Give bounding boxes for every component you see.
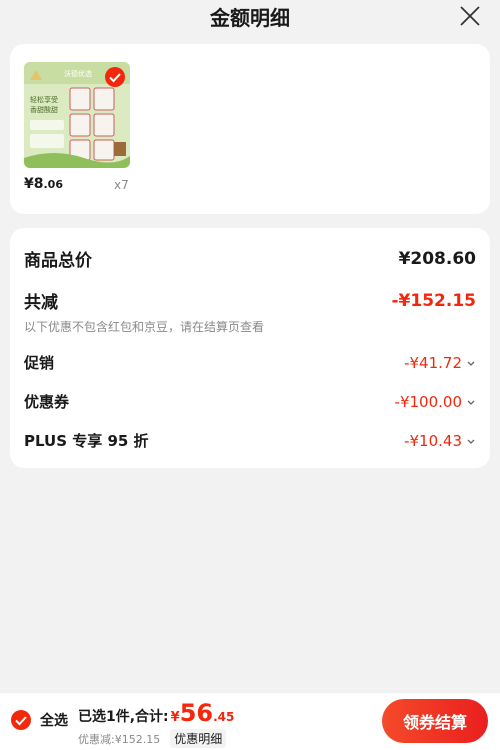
total-price-value: ¥208.60 (398, 248, 476, 269)
total-price-row: 商品总价 ¥208.60 (24, 246, 476, 272)
svg-text:轻松享受: 轻松享受 (30, 95, 58, 104)
summary-card: 商品总价 ¥208.60 共减 -¥152.15 以下优惠不包含红包和京豆，请在… (10, 228, 490, 468)
total-currency: ¥ (170, 710, 180, 725)
selected-count-text: 已选1件,合计: (78, 709, 169, 725)
chevron-down-icon (467, 439, 475, 444)
svg-text:沃德优选: 沃德优选 (64, 69, 92, 78)
bottom-bar: 全选 已选1件,合计: ¥ 56 .45 优惠减:¥152.15 优惠明细 领券… (0, 692, 500, 750)
coupon-label: 优惠券 (24, 393, 70, 411)
total-amount-int: 56 (179, 699, 214, 727)
product-item[interactable]: 沃德优选 轻松享受 香甜酸甜 (24, 62, 130, 168)
checkout-button[interactable]: 领券结算 (382, 699, 488, 743)
discount-detail-link[interactable]: 优惠明细 (170, 729, 227, 748)
header: 金额明细 (0, 0, 500, 32)
page-title: 金额明细 (210, 5, 290, 30)
close-icon[interactable] (458, 4, 482, 28)
reduce-note: 以下优惠不包含红包和京豆，请在结算页查看 (24, 320, 265, 334)
reduce-label: 共减 (24, 293, 58, 313)
chevron-down-icon (467, 361, 475, 366)
discount-line: 优惠减:¥152.15 优惠明细 (78, 729, 227, 748)
total-amount-dec: .45 (213, 710, 235, 724)
promo-row[interactable]: 促销 -¥41.72 (24, 352, 476, 373)
promo-value[interactable]: -¥41.72 (404, 354, 476, 372)
coupon-value[interactable]: -¥100.00 (395, 393, 476, 411)
product-price: ¥8.06 (24, 176, 63, 192)
svg-text:香甜酸甜: 香甜酸甜 (30, 105, 58, 114)
select-all-toggle[interactable]: 全选 (10, 709, 68, 731)
plus-label: PLUS 专享 95 折 (24, 432, 149, 450)
promo-label: 促销 (24, 354, 55, 372)
checked-icon[interactable] (104, 66, 126, 88)
reduce-row: 共减 -¥152.15 (24, 288, 477, 314)
product-card: 沃德优选 轻松享受 香甜酸甜 ¥8.06 x7 (10, 44, 490, 214)
discount-text: 优惠减:¥152.15 (78, 732, 161, 746)
plus-value[interactable]: -¥10.43 (404, 432, 476, 450)
checked-icon[interactable] (10, 709, 32, 731)
product-quantity: x7 (114, 178, 129, 192)
select-all-label: 全选 (40, 713, 68, 729)
coupon-row[interactable]: 优惠券 -¥100.00 (24, 391, 476, 412)
plus-row[interactable]: PLUS 专享 95 折 -¥10.43 (24, 430, 476, 451)
total-summary: 已选1件,合计: ¥ 56 .45 (78, 699, 234, 727)
reduce-value: -¥152.15 (391, 290, 477, 311)
product-thumbnail[interactable]: 沃德优选 轻松享受 香甜酸甜 (24, 62, 130, 168)
total-price-label: 商品总价 (24, 251, 92, 271)
chevron-down-icon (467, 400, 475, 405)
